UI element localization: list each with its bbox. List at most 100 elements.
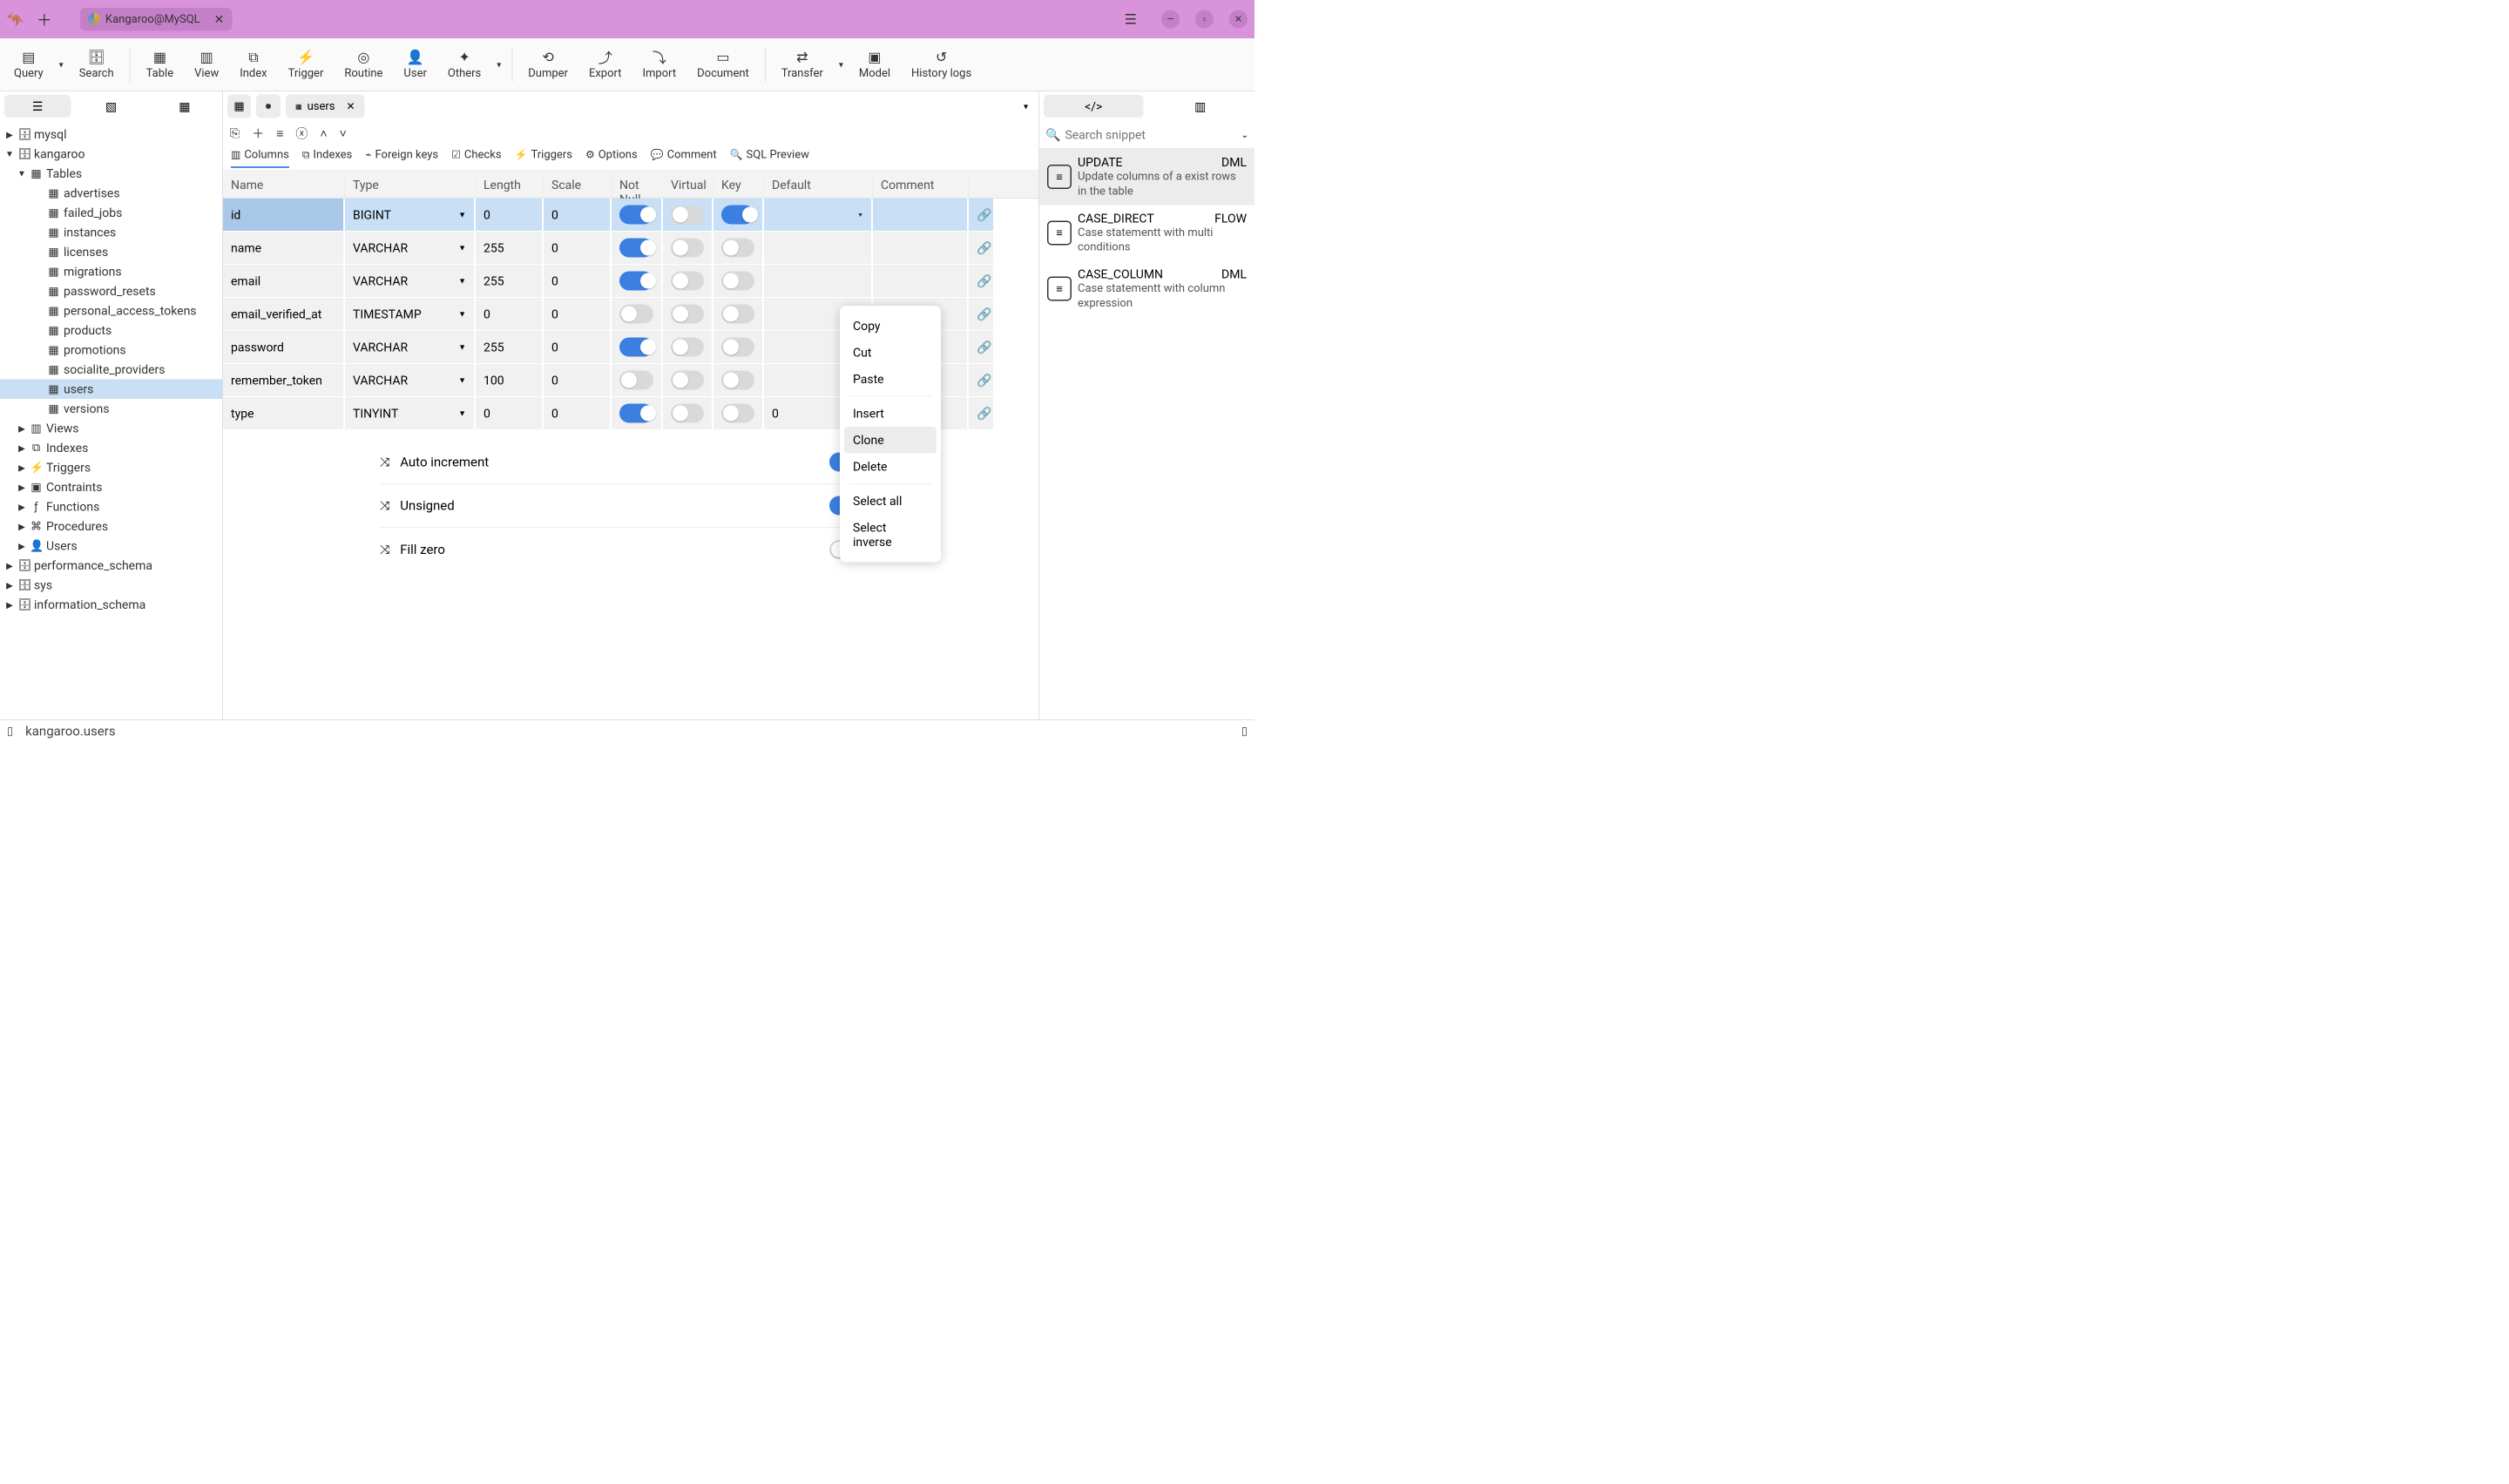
- toggle[interactable]: [671, 371, 704, 390]
- cell-scale[interactable]: 0: [544, 298, 612, 330]
- cell-key[interactable]: [713, 331, 764, 363]
- tree-db-info[interactable]: ▶🗄information_schema: [0, 595, 222, 615]
- cell-virtual[interactable]: [663, 199, 713, 231]
- snippet-search-input[interactable]: [1065, 127, 1241, 142]
- sidebar-tab-tree[interactable]: ☰: [4, 95, 71, 118]
- view-button[interactable]: ▥View: [186, 46, 227, 84]
- cell-scale[interactable]: 0: [544, 331, 612, 363]
- tree-folder-procedures[interactable]: ▶⌘Procedures: [0, 516, 222, 536]
- cell-type[interactable]: VARCHAR▼: [345, 232, 476, 264]
- routine-button[interactable]: ◎Routine: [335, 46, 391, 84]
- link-icon[interactable]: 🔗: [977, 340, 991, 354]
- subtab-fks[interactable]: ⌁Foreign keys: [365, 148, 438, 168]
- tree-table[interactable]: ▦licenses: [0, 242, 222, 262]
- link-icon[interactable]: 🔗: [977, 307, 991, 321]
- subtab-options[interactable]: ⚙Options: [585, 148, 638, 168]
- index-button[interactable]: ⧉Index: [231, 46, 275, 84]
- others-dropdown-icon[interactable]: ▾: [493, 59, 504, 70]
- cell-notnull[interactable]: [612, 265, 663, 297]
- cell-link[interactable]: 🔗: [969, 265, 995, 297]
- cell-length[interactable]: 100: [476, 364, 544, 396]
- save-icon[interactable]: ⎘: [230, 126, 240, 141]
- link-icon[interactable]: 🔗: [977, 406, 991, 421]
- cell-type[interactable]: VARCHAR▼: [345, 331, 476, 363]
- toggle[interactable]: [721, 371, 754, 390]
- cell-type[interactable]: TINYINT▼: [345, 397, 476, 429]
- ctx-insert[interactable]: Insert: [844, 401, 937, 428]
- cell-notnull[interactable]: [612, 232, 663, 264]
- cell-name[interactable]: name: [223, 232, 345, 264]
- cancel-icon[interactable]: ⓧ: [295, 125, 308, 142]
- cell-key[interactable]: [713, 265, 764, 297]
- cell-key[interactable]: [713, 199, 764, 231]
- close-icon[interactable]: ✕: [346, 100, 355, 112]
- panel-left-icon[interactable]: ▯: [7, 725, 13, 738]
- tree-folder-constraints[interactable]: ▶▣Contraints: [0, 477, 222, 497]
- cell-link[interactable]: 🔗: [969, 364, 995, 396]
- rp-tab-model[interactable]: ▥: [1151, 95, 1251, 118]
- link-icon[interactable]: 🔗: [977, 373, 991, 388]
- cell-scale[interactable]: 0: [544, 265, 612, 297]
- rp-tab-code[interactable]: </>: [1044, 95, 1144, 118]
- cell-link[interactable]: 🔗: [969, 199, 995, 231]
- tree-db-mysql[interactable]: ▶🗄mysql: [0, 125, 222, 145]
- tree-folder-tables[interactable]: ▼▦Tables: [0, 164, 222, 184]
- cell-scale[interactable]: 0: [544, 199, 612, 231]
- toggle[interactable]: [721, 272, 754, 291]
- chevron-down-icon[interactable]: ⌄: [1241, 130, 1248, 140]
- cell-virtual[interactable]: [663, 232, 713, 264]
- cell-name[interactable]: email: [223, 265, 345, 297]
- tree-folder-users[interactable]: ▶👤Users: [0, 536, 222, 556]
- cell-scale[interactable]: 0: [544, 397, 612, 429]
- home-tab[interactable]: ▦: [227, 95, 251, 118]
- cell-type[interactable]: VARCHAR▼: [345, 265, 476, 297]
- move-down-icon[interactable]: ˅: [340, 126, 347, 141]
- document-button[interactable]: ▭Document: [688, 46, 758, 84]
- sidebar-tab-favorite[interactable]: ▧: [78, 95, 144, 118]
- cell-virtual[interactable]: [663, 331, 713, 363]
- cell-key[interactable]: [713, 298, 764, 330]
- cell-notnull[interactable]: [612, 364, 663, 396]
- subtab-triggers[interactable]: ⚡Triggers: [515, 148, 572, 168]
- import-button[interactable]: ⤵Import: [634, 46, 686, 84]
- minimize-button[interactable]: —: [1161, 10, 1180, 29]
- header-virtual[interactable]: Virtual: [663, 171, 713, 198]
- cell-notnull[interactable]: [612, 199, 663, 231]
- subtab-columns[interactable]: ▥Columns: [231, 148, 289, 168]
- column-row[interactable]: emailVARCHAR▼2550🔗: [223, 265, 1038, 298]
- ctx-clone[interactable]: Clone: [844, 427, 937, 454]
- cell-scale[interactable]: 0: [544, 232, 612, 264]
- panel-right-icon[interactable]: ▯: [1241, 725, 1248, 738]
- tree-table[interactable]: ▦promotions: [0, 341, 222, 361]
- tabs-dropdown-icon[interactable]: ▾: [1024, 101, 1034, 111]
- subtab-indexes[interactable]: ⧉Indexes: [302, 148, 352, 168]
- cell-default[interactable]: [764, 265, 873, 297]
- cell-type[interactable]: BIGINT▼: [345, 199, 476, 231]
- tree-table[interactable]: ▦versions: [0, 399, 222, 419]
- toggle[interactable]: [619, 206, 653, 225]
- tree-folder-triggers[interactable]: ▶⚡Triggers: [0, 458, 222, 478]
- cell-type[interactable]: TIMESTAMP▼: [345, 298, 476, 330]
- ctx-cut[interactable]: Cut: [844, 340, 937, 367]
- cell-length[interactable]: 255: [476, 331, 544, 363]
- link-icon[interactable]: 🔗: [977, 240, 991, 255]
- cell-virtual[interactable]: [663, 364, 713, 396]
- toggle[interactable]: [671, 272, 704, 291]
- header-length[interactable]: Length: [476, 171, 544, 198]
- snippet-item[interactable]: ≡CASE_DIRECTFLOWCase statementt with mul…: [1039, 205, 1254, 260]
- history-button[interactable]: ↺History logs: [903, 46, 980, 84]
- connection-tab[interactable]: Kangaroo@MySQL ✕: [80, 8, 232, 31]
- cell-notnull[interactable]: [612, 298, 663, 330]
- cell-scale[interactable]: 0: [544, 364, 612, 396]
- ctx-select-all[interactable]: Select all: [844, 488, 937, 515]
- query-dropdown-icon[interactable]: ▾: [56, 59, 67, 70]
- cell-virtual[interactable]: [663, 298, 713, 330]
- cell-name[interactable]: password: [223, 331, 345, 363]
- toggle[interactable]: [671, 239, 704, 258]
- editor-tab-users[interactable]: ▦ users ✕: [286, 95, 365, 118]
- cell-key[interactable]: [713, 364, 764, 396]
- tree-folder-indexes[interactable]: ▶⧉Indexes: [0, 438, 222, 458]
- column-row[interactable]: nameVARCHAR▼2550🔗: [223, 232, 1038, 265]
- cell-link[interactable]: 🔗: [969, 331, 995, 363]
- header-comment[interactable]: Comment: [873, 171, 969, 198]
